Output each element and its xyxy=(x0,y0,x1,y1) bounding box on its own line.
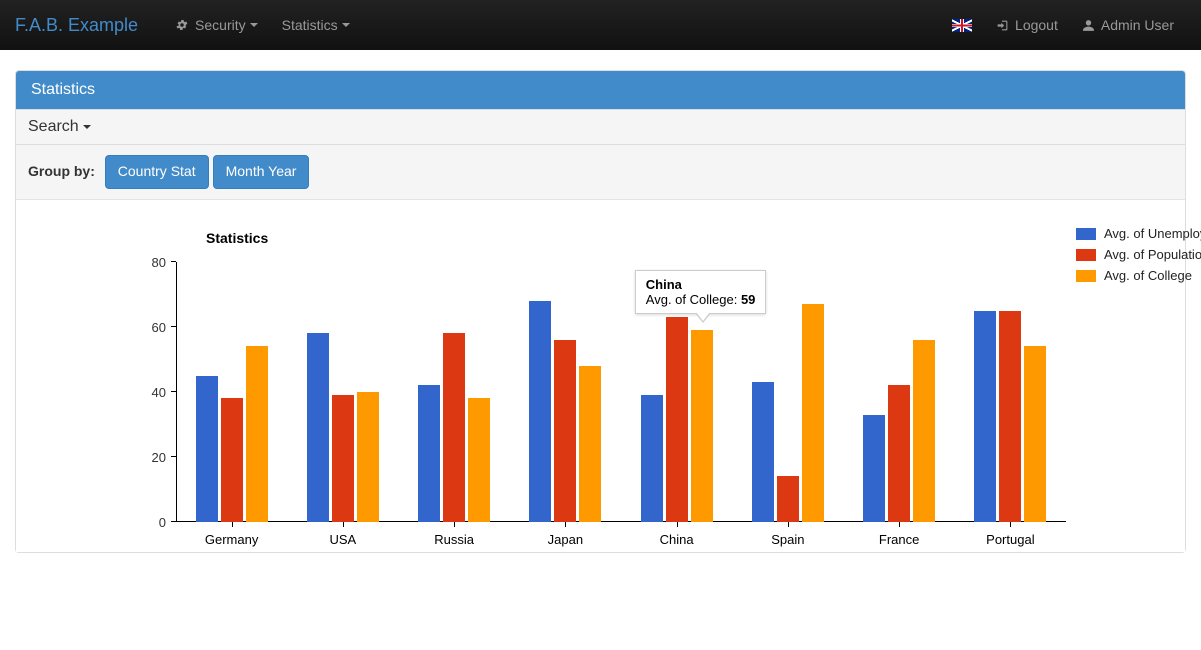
x-tick-label: Japan xyxy=(510,522,621,547)
caret-down-icon xyxy=(83,125,91,129)
bar[interactable] xyxy=(802,304,824,522)
gears-icon xyxy=(175,18,189,32)
chart-category: France xyxy=(844,262,955,522)
bar[interactable] xyxy=(863,415,885,522)
bar[interactable] xyxy=(752,382,774,522)
tooltip-value: 59 xyxy=(741,292,755,307)
bar[interactable] xyxy=(221,398,243,522)
nav-user[interactable]: Admin User xyxy=(1070,0,1186,50)
x-tick-label: Russia xyxy=(399,522,510,547)
caret-down-icon xyxy=(342,23,350,27)
chart-category: Japan xyxy=(510,262,621,522)
groupby-button-country-stat[interactable]: Country Stat xyxy=(105,155,209,189)
legend-item[interactable]: Avg. of Unemployed xyxy=(1076,226,1201,241)
bar[interactable] xyxy=(691,330,713,522)
bar[interactable] xyxy=(418,385,440,522)
chart-container: Statistics 020406080GermanyUSARussiaJapa… xyxy=(16,200,1185,552)
bar[interactable] xyxy=(332,395,354,522)
y-tick-label: 80 xyxy=(152,255,176,270)
nav-logout-label: Logout xyxy=(1015,17,1058,33)
legend-swatch xyxy=(1076,249,1096,261)
nav-security-label: Security xyxy=(195,17,246,33)
x-tick-label: USA xyxy=(287,522,398,547)
chart-tooltip: ChinaAvg. of College: 59 xyxy=(635,270,767,314)
bar[interactable] xyxy=(888,385,910,522)
bar[interactable] xyxy=(246,346,268,522)
groupby-button-month-year[interactable]: Month Year xyxy=(213,155,310,189)
search-toggle[interactable]: Search xyxy=(28,118,1173,136)
chart-category: Germany xyxy=(176,262,287,522)
legend-label: Avg. of College xyxy=(1104,268,1192,283)
bar[interactable] xyxy=(666,317,688,522)
brand-link[interactable]: F.A.B. Example xyxy=(15,15,153,36)
nav-statistics[interactable]: Statistics xyxy=(270,0,362,50)
bar[interactable] xyxy=(913,340,935,522)
navbar: F.A.B. Example Security Statistics Logou… xyxy=(0,0,1201,50)
tooltip-category: China xyxy=(646,277,756,292)
nav-security[interactable]: Security xyxy=(163,0,270,50)
legend-item[interactable]: Avg. of Population xyxy=(1076,247,1201,262)
signout-icon xyxy=(996,19,1009,32)
x-tick-label: Spain xyxy=(732,522,843,547)
legend-label: Avg. of Population xyxy=(1104,247,1201,262)
tooltip-series-line: Avg. of College: 59 xyxy=(646,292,756,307)
groupby-bar: Group by: Country StatMonth Year xyxy=(16,145,1185,200)
nav-logout[interactable]: Logout xyxy=(984,0,1070,50)
nav-locale[interactable] xyxy=(940,0,984,50)
chart-category: Portugal xyxy=(955,262,1066,522)
bar[interactable] xyxy=(196,376,218,522)
flag-uk-icon xyxy=(952,19,972,32)
caret-down-icon xyxy=(250,23,258,27)
search-label: Search xyxy=(28,118,79,136)
bar[interactable] xyxy=(357,392,379,522)
bar[interactable] xyxy=(307,333,329,522)
x-tick-label: France xyxy=(844,522,955,547)
x-tick-label: Germany xyxy=(176,522,287,547)
bar[interactable] xyxy=(641,395,663,522)
panel-title: Statistics xyxy=(16,71,1185,109)
chart-category: USA xyxy=(287,262,398,522)
chart-title: Statistics xyxy=(206,230,1066,246)
bar[interactable] xyxy=(777,476,799,522)
nav-user-label: Admin User xyxy=(1101,17,1174,33)
legend-item[interactable]: Avg. of College xyxy=(1076,268,1201,283)
bar[interactable] xyxy=(443,333,465,522)
bar[interactable] xyxy=(529,301,551,522)
legend-label: Avg. of Unemployed xyxy=(1104,226,1201,241)
groupby-label: Group by: xyxy=(28,163,95,179)
y-tick-label: 60 xyxy=(152,320,176,335)
y-tick-label: 20 xyxy=(152,450,176,465)
x-tick-label: China xyxy=(621,522,732,547)
chart-legend: Avg. of Unemployed Avg. of Population Avg.… xyxy=(1076,226,1201,289)
legend-swatch xyxy=(1076,270,1096,282)
bar[interactable] xyxy=(554,340,576,522)
user-icon xyxy=(1082,19,1095,32)
main-container: Statistics Search Group by: Country Stat… xyxy=(0,50,1201,593)
nav-statistics-label: Statistics xyxy=(282,17,338,33)
statistics-panel: Statistics Search Group by: Country Stat… xyxy=(15,70,1186,553)
legend-swatch xyxy=(1076,228,1096,240)
chart-category: Russia xyxy=(399,262,510,522)
chart-plot[interactable]: 020406080GermanyUSARussiaJapanChinaSpain… xyxy=(176,262,1066,522)
x-tick-label: Portugal xyxy=(955,522,1066,547)
y-tick-label: 40 xyxy=(152,385,176,400)
bar[interactable] xyxy=(1024,346,1046,522)
bar[interactable] xyxy=(999,311,1021,522)
bar[interactable] xyxy=(579,366,601,522)
search-bar: Search xyxy=(16,109,1185,145)
bar[interactable] xyxy=(468,398,490,522)
y-tick-label: 0 xyxy=(159,515,176,530)
bar[interactable] xyxy=(974,311,996,522)
